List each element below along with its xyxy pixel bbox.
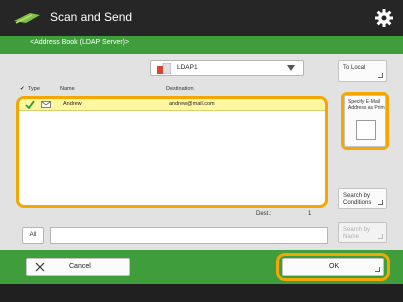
email-icon [41,101,51,108]
server-select[interactable]: LDAP1 [150,60,304,76]
bottom-strip [0,284,403,302]
corner-arrow-icon [375,267,380,272]
subtitle-bar: <Address Book (LDAP Server)> [0,36,403,54]
corner-arrow-icon [378,200,383,205]
ok-button[interactable]: OK [282,258,384,276]
chevron-down-icon [287,65,295,71]
specify-email-label: Specify E-Mail Address as Prim [348,99,385,111]
cancel-label: Cancel [69,263,91,270]
specify-email-address-button[interactable]: Specify E-Mail Address as Prim [344,95,386,147]
server-select-value: LDAP1 [177,64,198,71]
ok-label: OK [329,263,340,270]
search-by-conditions-button[interactable]: Search by Conditions [338,188,387,209]
title-bar: Scan and Send [0,0,403,36]
all-button[interactable]: All [22,227,44,244]
corner-arrow-icon [378,234,383,239]
app-title: Scan and Send [50,10,133,24]
check-column-icon: ✔ [20,86,25,92]
search-by-name-button[interactable]: Search by Name [338,222,387,243]
destination-column-header: Destination [166,86,194,92]
checkmark-icon [25,100,35,109]
corner-arrow-icon [378,73,383,78]
type-column-header: Type [28,86,40,92]
table-header: ✔ Type Name Destination [14,84,330,96]
row-name: Andrew [63,101,82,107]
table-row[interactable]: Andrew andrew@mail.com [19,99,325,111]
toggle-indicator [356,120,376,140]
dest-count-value: 1 [308,211,312,217]
dest-label: Dest.: [256,211,272,217]
close-icon [35,262,45,272]
search-input[interactable] [50,227,328,244]
row-destination: andrew@mail.com [169,101,215,107]
cancel-button[interactable]: Cancel [26,258,130,276]
server-icon [157,63,171,74]
destination-count: Dest.: 1 [16,210,328,220]
to-local-label: To Local [343,65,366,71]
scan-send-screen: Scan and Send <Address Book (LDAP Server… [0,0,403,302]
address-book-subtitle: <Address Book (LDAP Server)> [30,39,130,46]
scan-send-icon [14,13,40,24]
to-local-button[interactable]: To Local [338,60,387,82]
name-column-header: Name [60,86,75,92]
settings-gear-icon[interactable] [373,7,395,29]
destination-list[interactable]: Andrew andrew@mail.com [16,96,328,208]
